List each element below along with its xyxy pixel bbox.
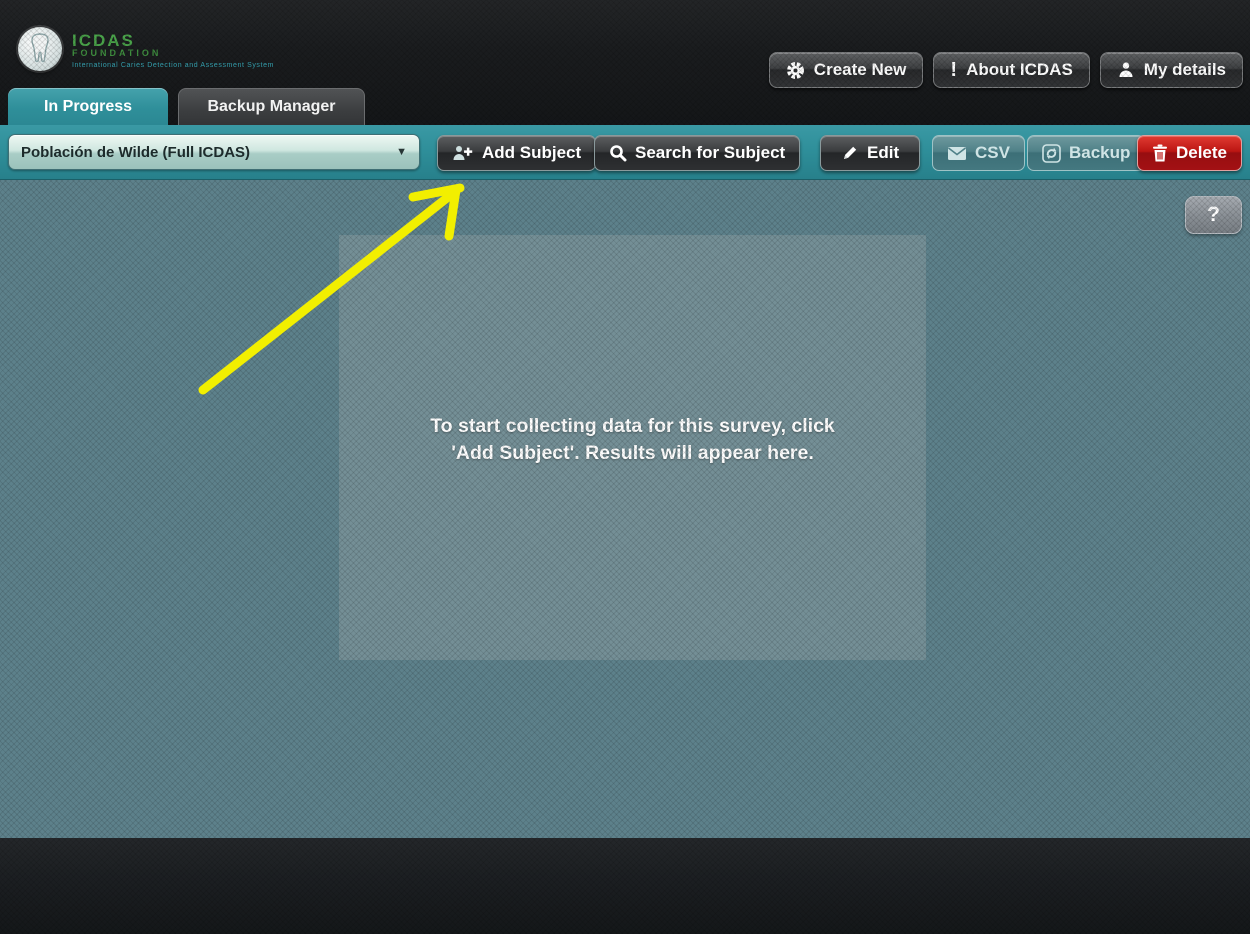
my-details-button[interactable]: My details bbox=[1100, 52, 1243, 88]
pencil-icon bbox=[841, 144, 859, 162]
search-for-subject-button[interactable]: Search for Subject bbox=[594, 135, 800, 171]
brand-tagline: International Caries Detection and Asses… bbox=[72, 61, 274, 71]
search-for-subject-label: Search for Subject bbox=[635, 143, 785, 163]
person-icon bbox=[1117, 61, 1135, 79]
csv-button: CSV bbox=[932, 135, 1025, 171]
gear-icon bbox=[786, 61, 805, 80]
tab-in-progress[interactable]: In Progress bbox=[8, 88, 168, 125]
delete-button[interactable]: Delete bbox=[1137, 135, 1242, 171]
header-buttons: Create New ! About ICDAS My details bbox=[769, 52, 1243, 88]
brand-name: ICDAS bbox=[72, 33, 274, 48]
person-plus-icon bbox=[452, 144, 474, 162]
tab-backup-manager-label: Backup Manager bbox=[207, 98, 335, 116]
chevron-down-icon: ▼ bbox=[388, 146, 407, 158]
tooth-logo-icon bbox=[18, 27, 62, 71]
my-details-label: My details bbox=[1144, 60, 1226, 80]
create-new-button[interactable]: Create New bbox=[769, 52, 924, 88]
empty-state-message-line1: To start collecting data for this survey… bbox=[339, 413, 926, 440]
empty-state-message: To start collecting data for this survey… bbox=[339, 413, 926, 467]
bottom-band bbox=[0, 838, 1250, 934]
edit-label: Edit bbox=[867, 143, 899, 163]
delete-label: Delete bbox=[1176, 143, 1227, 163]
tab-backup-manager[interactable]: Backup Manager bbox=[178, 88, 365, 125]
toolbar: Población de Wilde (Full ICDAS) ▼ Add Su… bbox=[0, 125, 1250, 180]
create-new-label: Create New bbox=[814, 60, 907, 80]
tab-in-progress-label: In Progress bbox=[44, 98, 132, 116]
about-icdas-button[interactable]: ! About ICDAS bbox=[933, 52, 1089, 88]
brand-subtitle: FOUNDATION bbox=[72, 48, 274, 59]
about-icdas-label: About ICDAS bbox=[966, 60, 1073, 80]
add-subject-label: Add Subject bbox=[482, 143, 581, 163]
trash-icon bbox=[1152, 144, 1168, 162]
backup-sync-icon bbox=[1042, 144, 1061, 163]
csv-label: CSV bbox=[975, 143, 1010, 163]
add-subject-button[interactable]: Add Subject bbox=[437, 135, 596, 171]
search-icon bbox=[609, 144, 627, 162]
exclamation-icon: ! bbox=[950, 59, 957, 82]
survey-select-value: Población de Wilde (Full ICDAS) bbox=[21, 144, 388, 161]
envelope-icon bbox=[947, 146, 967, 161]
brand-logo: ICDAS FOUNDATION International Caries De… bbox=[18, 27, 274, 71]
help-button[interactable]: ? bbox=[1185, 196, 1242, 234]
help-button-label: ? bbox=[1207, 203, 1220, 227]
survey-select[interactable]: Población de Wilde (Full ICDAS) ▼ bbox=[8, 134, 420, 170]
backup-button: Backup bbox=[1027, 135, 1145, 171]
content-area: To start collecting data for this survey… bbox=[0, 180, 1250, 838]
backup-label: Backup bbox=[1069, 143, 1130, 163]
edit-button[interactable]: Edit bbox=[820, 135, 920, 171]
results-panel: To start collecting data for this survey… bbox=[339, 235, 926, 660]
empty-state-message-line2: 'Add Subject'. Results will appear here. bbox=[339, 440, 926, 467]
